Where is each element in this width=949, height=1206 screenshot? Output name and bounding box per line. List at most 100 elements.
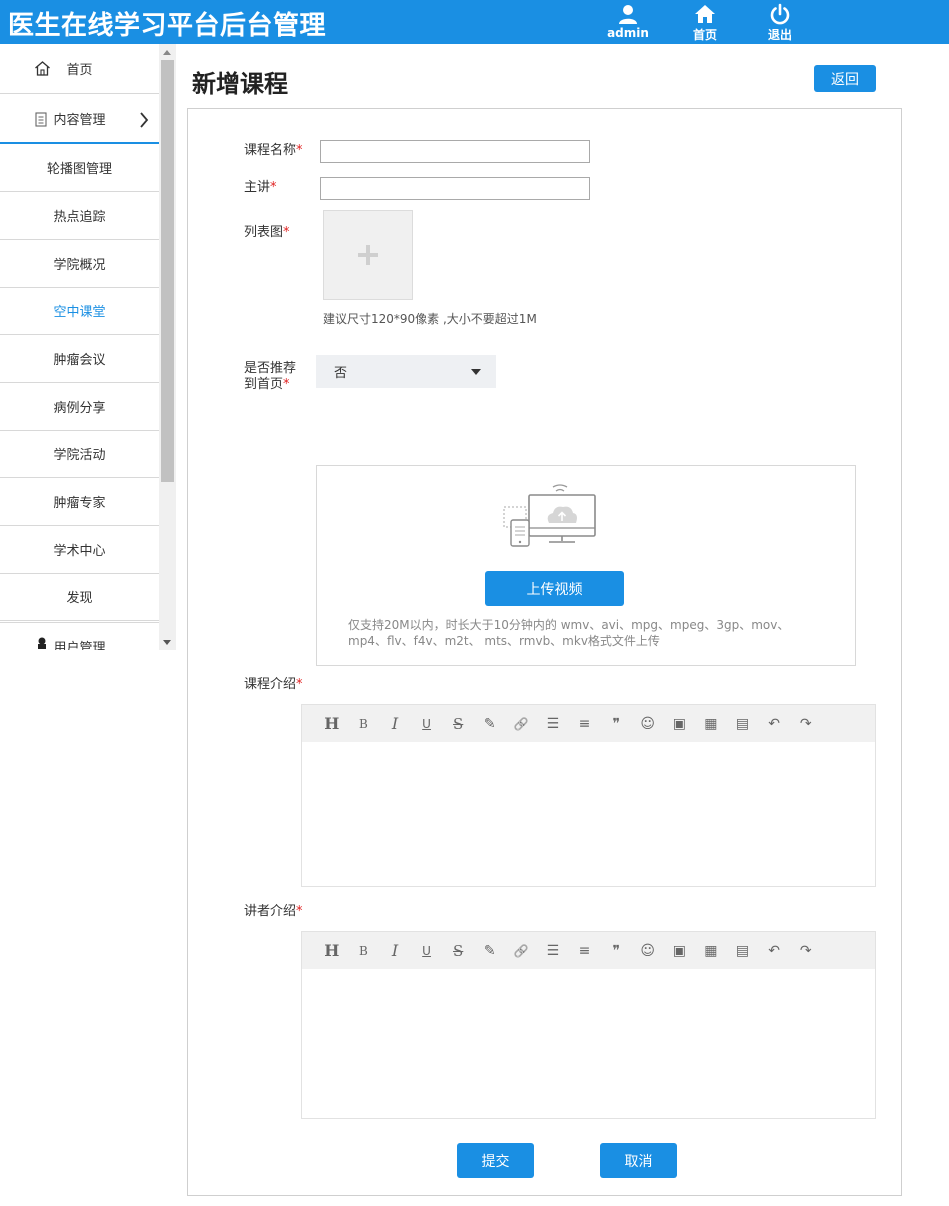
back-button[interactable]: 返回 — [814, 65, 876, 92]
sidebar-scrollbar[interactable] — [159, 44, 176, 650]
required-mark: * — [296, 904, 303, 919]
scroll-up-icon[interactable] — [163, 50, 171, 55]
align-icon[interactable]: ≡ — [569, 941, 601, 961]
required-mark: * — [296, 143, 303, 158]
list-image-hint: 建议尺寸120*90像素 ,大小不要超过1M — [323, 312, 537, 326]
sidebar-item-college-overview[interactable]: 学院概况 — [0, 240, 159, 288]
video-upload-area[interactable]: 上传视频 仅支持20M以内，时长大于10分钟内的 wmv、avi、mpg、mpe… — [316, 465, 856, 666]
course-name-input[interactable] — [320, 140, 590, 163]
sidebar-content-label: 内容管理 — [53, 112, 106, 128]
recommend-select[interactable]: 否 — [316, 355, 496, 388]
user-icon — [619, 5, 637, 24]
home-label: 首页 — [692, 28, 717, 42]
submit-button[interactable]: 提交 — [457, 1143, 534, 1178]
video-format-hint: 仅支持20M以内，时长大于10分钟内的 wmv、avi、mpg、mpeg、3gp… — [348, 618, 790, 648]
sidebar-item-academic-center[interactable]: 学术中心 — [0, 526, 159, 574]
sidebar-item-label: 病例分享 — [53, 401, 106, 416]
document-icon — [35, 112, 47, 127]
cancel-button[interactable]: 取消 — [600, 1143, 677, 1178]
list-icon[interactable]: ☰ — [537, 941, 569, 961]
course-intro-textarea[interactable] — [302, 742, 875, 886]
sidebar-item-label: 空中课堂 — [53, 305, 106, 320]
sidebar-item-discover[interactable]: 发现 — [0, 573, 159, 621]
quote-icon[interactable]: ❞ — [600, 941, 632, 961]
list-image-upload[interactable] — [323, 210, 413, 300]
course-intro-label: 课程介绍* — [244, 677, 303, 693]
required-mark: * — [283, 225, 290, 240]
sidebar-item-label: 肿瘤会议 — [53, 353, 106, 368]
sidebar-item-tumor-experts[interactable]: 肿瘤专家 — [0, 478, 159, 526]
sidebar-item-tumor-meetings[interactable]: 肿瘤会议 — [0, 335, 159, 383]
lecturer-intro-textarea[interactable] — [302, 969, 875, 1118]
table-icon[interactable]: ▦ — [695, 714, 727, 734]
heading-icon[interactable]: H — [316, 714, 348, 734]
lecturer-label: 主讲* — [244, 180, 277, 196]
italic-icon[interactable]: I — [379, 714, 411, 734]
sidebar-item-air-classroom[interactable]: 空中课堂 — [0, 287, 159, 335]
link-icon[interactable]: 🔗 — [506, 714, 538, 734]
list-icon[interactable]: ☰ — [537, 714, 569, 734]
heading-icon[interactable]: H — [316, 941, 348, 961]
scroll-down-icon[interactable] — [163, 640, 171, 645]
label-text: 列表图 — [244, 225, 284, 240]
underline-icon[interactable]: U — [411, 714, 443, 734]
sidebar-item-home[interactable]: 首页 — [0, 44, 159, 94]
sidebar-item-college-activities[interactable]: 学院活动 — [0, 430, 159, 478]
sidebar-item-case-sharing[interactable]: 病例分享 — [0, 383, 159, 431]
image-icon[interactable]: ▣ — [664, 714, 696, 734]
bold-icon[interactable]: B — [348, 714, 380, 734]
sidebar-item-hot-topics[interactable]: 热点追踪 — [0, 192, 159, 240]
label-text: 到首页 — [244, 377, 284, 392]
align-icon[interactable]: ≡ — [569, 714, 601, 734]
sidebar-group-users[interactable]: 用户管理 — [0, 622, 159, 650]
sidebar-users-label: 用户管理 — [53, 641, 106, 650]
list-image-label: 列表图* — [244, 225, 290, 241]
bold-icon[interactable]: B — [348, 941, 380, 961]
sidebar-item-label: 学院活动 — [53, 448, 106, 463]
emoji-icon[interactable]: ☺ — [632, 714, 664, 734]
lecturer-input[interactable] — [320, 177, 590, 200]
emoji-icon[interactable]: ☺ — [632, 941, 664, 961]
editor-toolbar: H B I U S ✎ 🔗 ☰ ≡ ❞ ☺ ▣ ▦ ▤ ↶ ↷ — [302, 705, 875, 742]
scroll-thumb[interactable] — [161, 60, 174, 482]
pen-icon[interactable]: ✎ — [474, 714, 506, 734]
home-link[interactable]: 首页 — [675, 3, 735, 43]
recommend-selected-value: 否 — [334, 366, 348, 381]
recommend-label: 是否推荐 到首页* — [244, 361, 296, 393]
image-icon[interactable]: ▣ — [664, 941, 696, 961]
page-title: 新增课程 — [192, 70, 288, 98]
sidebar-item-carousel[interactable]: 轮播图管理 — [0, 144, 159, 192]
strikethrough-icon[interactable]: S — [442, 714, 474, 734]
underline-icon[interactable]: U — [411, 941, 443, 961]
lecturer-intro-label: 讲者介绍* — [244, 904, 303, 920]
undo-icon[interactable]: ↶ — [758, 714, 790, 734]
label-text: 课程介绍 — [244, 677, 297, 692]
label-text: 课程名称 — [244, 143, 297, 158]
sidebar-group-content[interactable]: 内容管理 — [0, 94, 159, 144]
video-icon[interactable]: ▤ — [727, 941, 759, 961]
plus-icon — [358, 245, 378, 265]
undo-icon[interactable]: ↶ — [758, 941, 790, 961]
editor-toolbar: H B I U S ✎ 🔗 ☰ ≡ ❞ ☺ ▣ ▦ ▤ ↶ ↷ — [302, 932, 875, 969]
lecturer-intro-editor: H B I U S ✎ 🔗 ☰ ≡ ❞ ☺ ▣ ▦ ▤ ↶ ↷ — [301, 931, 876, 1119]
home-icon — [695, 5, 715, 23]
video-icon[interactable]: ▤ — [727, 714, 759, 734]
upload-video-button[interactable]: 上传视频 — [485, 571, 624, 606]
form-panel: 课程名称* 主讲* 列表图* 建议尺寸120*90像素 ,大小不要超过1M 是否… — [187, 108, 902, 1196]
redo-icon[interactable]: ↷ — [790, 714, 822, 734]
table-icon[interactable]: ▦ — [695, 941, 727, 961]
sidebar-item-label: 学院概况 — [53, 258, 106, 273]
italic-icon[interactable]: I — [379, 941, 411, 961]
quote-icon[interactable]: ❞ — [600, 714, 632, 734]
required-mark: * — [270, 180, 277, 195]
redo-icon[interactable]: ↷ — [790, 941, 822, 961]
strikethrough-icon[interactable]: S — [442, 941, 474, 961]
user-menu[interactable]: admin — [598, 3, 658, 40]
logout-label: 退出 — [767, 28, 792, 42]
device-upload-icon — [503, 484, 596, 547]
link-icon[interactable]: 🔗 — [506, 941, 538, 961]
logout-link[interactable]: 退出 — [750, 3, 810, 43]
caret-down-icon — [471, 369, 481, 375]
pen-icon[interactable]: ✎ — [474, 941, 506, 961]
sidebar-item-label: 发现 — [66, 591, 93, 606]
